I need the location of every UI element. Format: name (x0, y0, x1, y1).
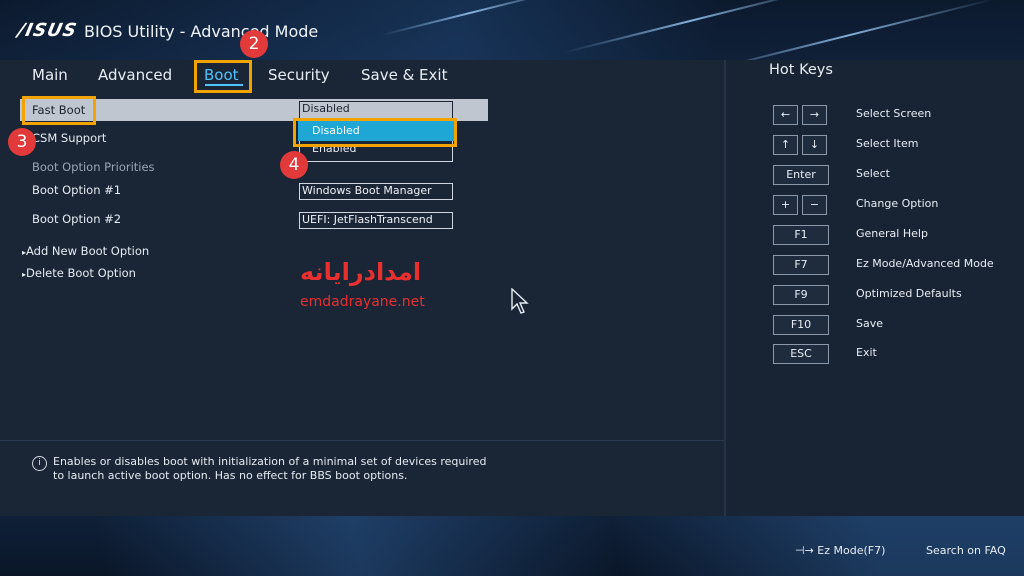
step-badge-4: 4 (280, 151, 308, 179)
mouse-cursor-icon (511, 288, 529, 314)
decor-streak (382, 0, 558, 36)
hotkey-label-select: Select (856, 167, 890, 180)
tab-security[interactable]: Security (268, 64, 330, 86)
disabled-option-highlight (293, 118, 457, 147)
watermark-persian: امدادرایانه (300, 258, 422, 286)
key-up-arrow[interactable]: ↑ (773, 135, 798, 155)
key-f7[interactable]: F7 (773, 255, 829, 275)
decor-streak (563, 0, 817, 54)
add-new-boot-option[interactable]: ▸Add New Boot Option (22, 244, 149, 258)
key-esc[interactable]: ESC (773, 344, 829, 364)
item-description: Enables or disables boot with initializa… (53, 455, 487, 482)
key-f10[interactable]: F10 (773, 315, 829, 335)
key-f1[interactable]: F1 (773, 225, 829, 245)
step-badge-2: 2 (240, 30, 268, 58)
tab-advanced[interactable]: Advanced (98, 64, 172, 86)
fast-boot-value[interactable]: Disabled (299, 101, 453, 119)
hotkey-label-change-option: Change Option (856, 197, 939, 210)
info-icon: i (32, 456, 47, 471)
hotkey-label-select-item: Select Item (856, 137, 919, 150)
ez-mode-button[interactable]: ⊣→ Ez Mode(F7) (795, 544, 885, 557)
key-enter[interactable]: Enter (773, 165, 829, 185)
boot-priorities-header: Boot Option Priorities (32, 160, 155, 174)
app-title: BIOS Utility - Advanced Mode (84, 22, 319, 41)
step-badge-3: 3 (8, 128, 36, 156)
asus-logo: /ISUS (15, 20, 80, 41)
delete-boot-option-label: Delete Boot Option (26, 266, 136, 280)
add-new-boot-option-label: Add New Boot Option (26, 244, 150, 258)
hotkeys-title: Hot Keys (769, 62, 833, 78)
hotkey-label-save: Save (856, 317, 884, 330)
boot-tab-highlight (194, 60, 252, 93)
key-down-arrow[interactable]: ↓ (802, 135, 827, 155)
watermark-url: emdadrayane.net (300, 294, 425, 310)
tab-save-exit[interactable]: Save & Exit (361, 64, 447, 86)
key-plus[interactable]: + (773, 195, 798, 215)
boot-option-1-value[interactable]: Windows Boot Manager (299, 183, 453, 200)
fast-boot-highlight (22, 96, 96, 125)
boot-option-2-value[interactable]: UEFI: JetFlashTranscend (299, 212, 453, 229)
hotkey-label-optimized-defaults: Optimized Defaults (856, 287, 962, 300)
csm-support-label[interactable]: CSM Support (32, 131, 106, 145)
hotkey-label-exit: Exit (856, 346, 877, 359)
key-minus[interactable]: − (802, 195, 827, 215)
hotkey-label-general-help: General Help (856, 227, 928, 240)
tab-main[interactable]: Main (32, 64, 68, 86)
boot-option-2-label[interactable]: Boot Option #2 (32, 212, 121, 226)
hotkey-label-ez-mode: Ez Mode/Advanced Mode (856, 257, 994, 270)
tab-bar: Main Advanced Boot Security Save & Exit (0, 64, 724, 88)
boot-option-1-label[interactable]: Boot Option #1 (32, 183, 121, 197)
key-left-arrow[interactable]: ← (773, 105, 798, 125)
delete-boot-option[interactable]: ▸Delete Boot Option (22, 266, 136, 280)
panel-divider (724, 60, 726, 516)
key-right-arrow[interactable]: → (802, 105, 827, 125)
search-faq-button[interactable]: Search on FAQ (926, 544, 1006, 557)
key-f9[interactable]: F9 (773, 285, 829, 305)
hotkey-label-select-screen: Select Screen (856, 107, 932, 120)
description-divider (0, 440, 724, 441)
